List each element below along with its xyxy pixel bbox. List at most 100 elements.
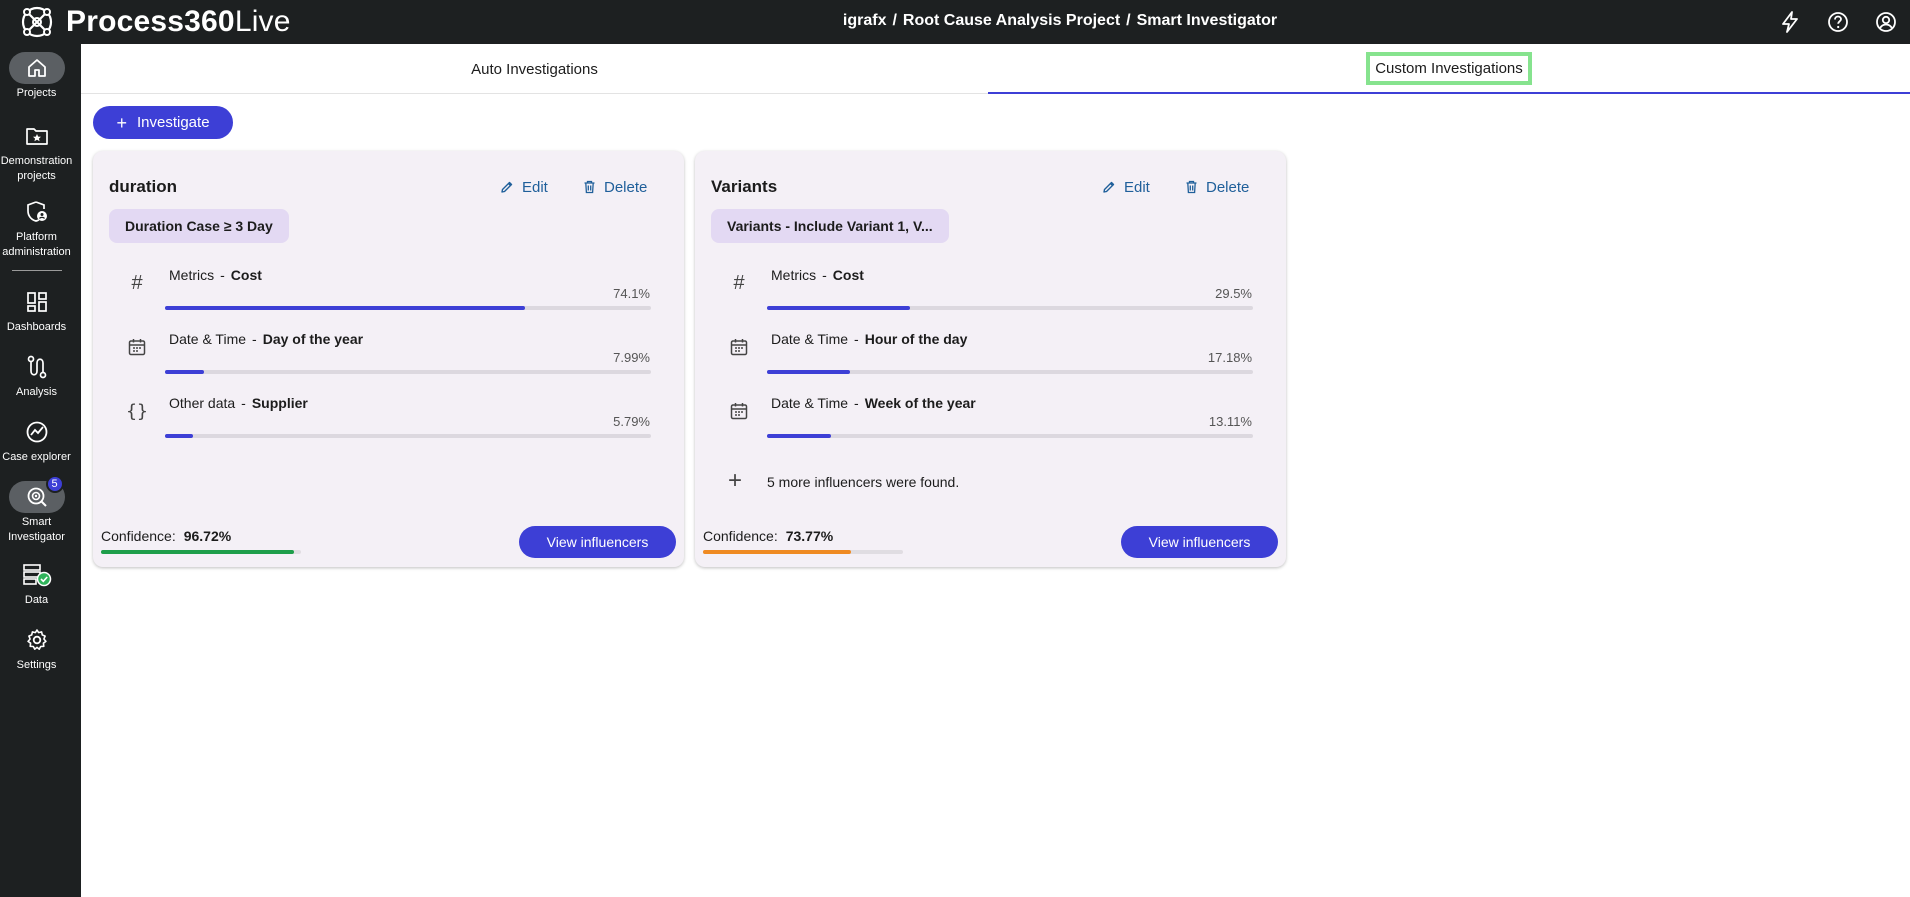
sidebar-item-label: Data bbox=[24, 594, 49, 606]
influencer-row[interactable]: Date & Time - Hour of the day 17.18% bbox=[695, 317, 1286, 377]
pencil-icon bbox=[501, 181, 513, 193]
influencer-row[interactable]: # Metrics - Cost 29.5% bbox=[695, 253, 1286, 313]
braces-icon: {} bbox=[126, 400, 148, 422]
more-influencers-text: 5 more influencers were found. bbox=[767, 474, 960, 490]
influencer-name: Hour of the day bbox=[864, 331, 968, 347]
breadcrumb-item-project[interactable]: Root Cause Analysis Project bbox=[903, 12, 1120, 29]
separator: - bbox=[854, 395, 859, 411]
sidebar-item-smart-investigator[interactable]: 5 Smart Investigator bbox=[0, 475, 73, 545]
main-content: Auto Investigations Custom Investigation… bbox=[81, 44, 1910, 897]
delete-label: Delete bbox=[604, 178, 648, 196]
header-actions bbox=[1776, 8, 1900, 36]
star-folder-icon bbox=[9, 120, 65, 152]
breadcrumb-item-company[interactable]: igrafx bbox=[843, 12, 887, 29]
influencer-bar-fill bbox=[767, 370, 851, 374]
influencer-category: Metrics bbox=[169, 267, 215, 283]
edit-button[interactable]: Edit bbox=[1102, 177, 1150, 197]
delete-label: Delete bbox=[1206, 178, 1250, 196]
breadcrumb-separator: / bbox=[1126, 12, 1131, 29]
influencer-bar bbox=[165, 370, 651, 374]
home-icon bbox=[8, 52, 65, 84]
card-title: duration bbox=[109, 177, 177, 196]
separator: - bbox=[854, 331, 859, 347]
pencil-icon bbox=[1103, 181, 1115, 193]
top-bar: Process360Live igrafx / Root Cause Analysi… bbox=[0, 0, 1910, 44]
confidence-bar-fill bbox=[101, 550, 295, 554]
more-influencers-row[interactable]: + 5 more influencers were found. bbox=[695, 467, 1286, 497]
influencer-row[interactable]: # Metrics - Cost 74.1% bbox=[93, 253, 684, 313]
sidebar-item-platform-administration[interactable]: Platform administration bbox=[0, 196, 73, 260]
influencer-label: Date & Time - Week of the year bbox=[771, 395, 976, 411]
edit-button[interactable]: Edit bbox=[500, 177, 548, 197]
influencer-name: Week of the year bbox=[864, 395, 976, 411]
investigation-card: Variants Edit Delete Variants - Include … bbox=[695, 151, 1286, 567]
influencer-label: Other data - Supplier bbox=[169, 395, 308, 411]
delete-button[interactable]: Delete bbox=[1185, 177, 1249, 197]
confidence-bar bbox=[101, 550, 301, 554]
sidebar-item-demonstration-projects[interactable]: Demonstration projects bbox=[0, 120, 73, 184]
help-icon[interactable] bbox=[1824, 8, 1852, 36]
sidebar-item-label: Analysis bbox=[16, 386, 57, 398]
influencer-bar bbox=[767, 434, 1253, 438]
influencer-bar bbox=[767, 306, 1253, 310]
confidence-label: Confidence: bbox=[101, 528, 176, 544]
confidence-label: Confidence: bbox=[703, 528, 778, 544]
influencer-category: Metrics bbox=[771, 267, 817, 283]
influencer-row[interactable]: Date & Time - Week of the year 13.11% bbox=[695, 381, 1286, 441]
case-explorer-icon bbox=[9, 416, 65, 448]
sidebar-item-label: Dashboards bbox=[6, 321, 67, 333]
influencer-label: Date & Time - Hour of the day bbox=[771, 331, 967, 347]
sidebar-item-dashboards[interactable]: Dashboards bbox=[0, 286, 73, 335]
investigate-button[interactable]: + Investigate bbox=[93, 106, 233, 139]
sidebar-item-data[interactable]: Data bbox=[0, 559, 73, 608]
data-icon bbox=[9, 559, 65, 591]
influencer-bar-fill bbox=[767, 434, 831, 438]
account-icon[interactable] bbox=[1872, 8, 1900, 36]
gear-icon bbox=[9, 624, 65, 656]
separator: - bbox=[220, 267, 225, 283]
sidebar-item-label: Projects bbox=[16, 87, 57, 99]
sidebar-item-label: Smart Investigator bbox=[8, 516, 65, 543]
influencer-category: Date & Time bbox=[771, 395, 849, 411]
sidebar: Projects Demonstration projects Platform… bbox=[0, 44, 81, 897]
hash-icon: # bbox=[131, 271, 143, 294]
influencer-row[interactable]: {} Other data - Supplier 5.79% bbox=[93, 381, 684, 441]
influencer-category: Other data bbox=[169, 395, 236, 411]
view-influencers-button[interactable]: View influencers bbox=[519, 526, 676, 558]
influencer-percent: 17.18% bbox=[1207, 350, 1252, 365]
tab-auto-investigations[interactable]: Auto Investigations bbox=[81, 44, 988, 94]
separator: - bbox=[822, 267, 827, 283]
confidence-value: 96.72% bbox=[183, 528, 232, 544]
sidebar-item-analysis[interactable]: Analysis bbox=[0, 351, 73, 400]
edit-label: Edit bbox=[522, 178, 548, 196]
tab-label: Auto Investigations bbox=[471, 60, 598, 78]
confidence-bar-fill bbox=[703, 550, 851, 554]
influencer-percent: 7.99% bbox=[613, 350, 650, 365]
sidebar-item-settings[interactable]: Settings bbox=[0, 624, 73, 673]
influencer-label: Metrics - Cost bbox=[169, 267, 262, 283]
edit-label: Edit bbox=[1124, 178, 1150, 196]
influencer-bar bbox=[165, 434, 651, 438]
influencer-bar-fill bbox=[767, 306, 911, 310]
influencer-percent: 13.11% bbox=[1208, 414, 1252, 429]
trash-icon bbox=[584, 180, 595, 194]
sidebar-item-label: Platform administration bbox=[2, 231, 71, 258]
influencer-bar-fill bbox=[165, 306, 526, 310]
sidebar-item-projects[interactable]: Projects bbox=[0, 52, 73, 101]
delete-button[interactable]: Delete bbox=[583, 177, 647, 197]
sidebar-item-label: Settings bbox=[16, 659, 57, 671]
sidebar-item-case-explorer[interactable]: Case explorer bbox=[0, 416, 73, 465]
confidence: Confidence: 96.72% bbox=[101, 528, 231, 544]
view-influencers-button[interactable]: View influencers bbox=[1121, 526, 1278, 558]
investigate-button-label: Investigate bbox=[136, 114, 210, 131]
calendar-icon bbox=[125, 335, 149, 359]
influencer-row[interactable]: Date & Time - Day of the year 7.99% bbox=[93, 317, 684, 377]
tab-custom-investigations[interactable]: Custom Investigations bbox=[988, 44, 1910, 94]
influencer-percent: 5.79% bbox=[613, 414, 650, 429]
breadcrumb-item-page: Smart Investigator bbox=[1136, 12, 1278, 29]
card-title: Variants bbox=[711, 177, 778, 196]
confidence-bar bbox=[703, 550, 903, 554]
lightning-icon[interactable] bbox=[1776, 8, 1804, 36]
investigation-tabs: Auto Investigations Custom Investigation… bbox=[81, 44, 1910, 94]
smart-investigator-icon: 5 bbox=[8, 475, 65, 513]
